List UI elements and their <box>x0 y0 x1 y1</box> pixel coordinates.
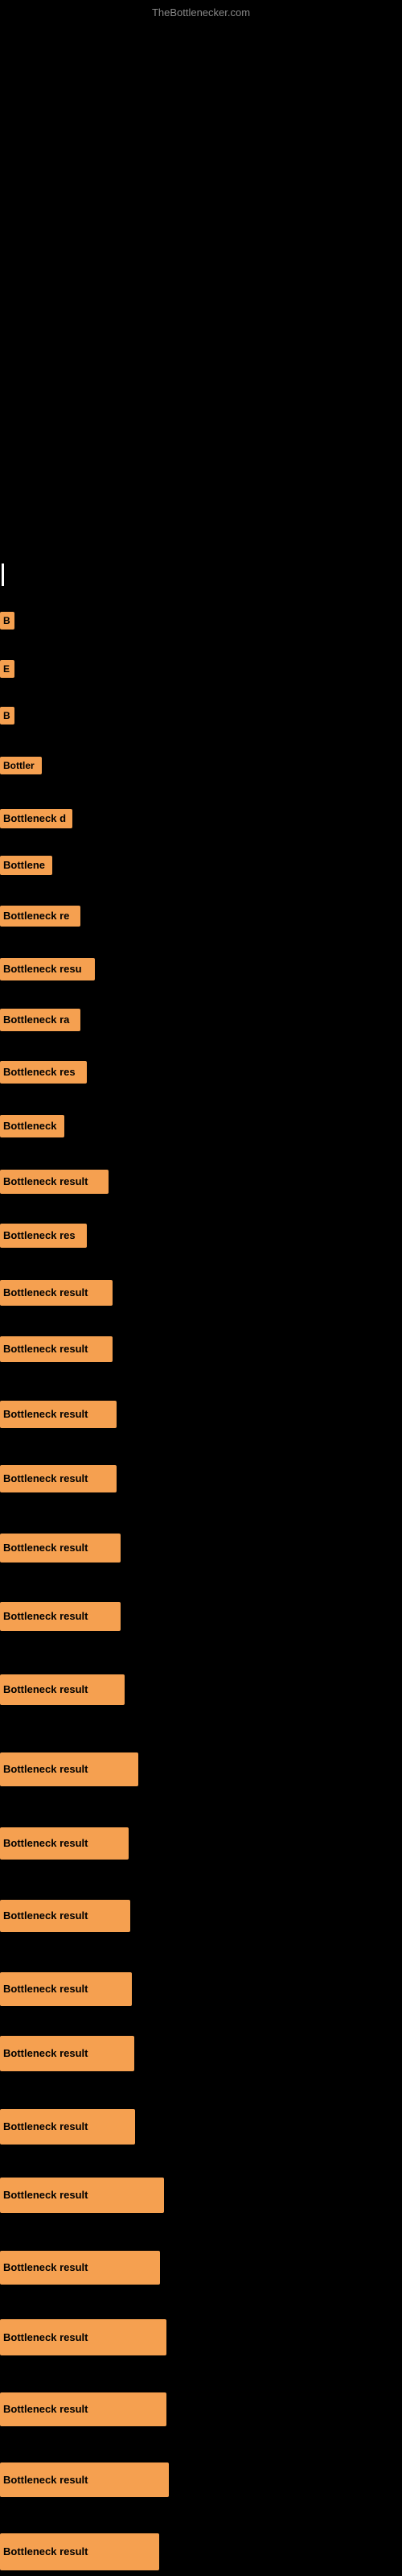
bottleneck-result-label: Bottleneck result <box>0 1972 132 2006</box>
bottleneck-result-label: B <box>0 707 14 724</box>
bottleneck-result-label: Bottleneck result <box>0 1674 125 1705</box>
bottleneck-result-label: Bottleneck result <box>0 1280 113 1306</box>
bottleneck-result-label: Bottleneck result <box>0 2109 135 2145</box>
bottleneck-result-label: Bottleneck result <box>0 1602 121 1631</box>
bottleneck-result-label: Bottleneck result <box>0 2392 166 2426</box>
bottleneck-result-label: Bottleneck result <box>0 2533 159 2570</box>
bottleneck-result-label: Bottleneck d <box>0 809 72 828</box>
bottleneck-result-label: Bottleneck result <box>0 2178 164 2213</box>
bottleneck-result-label: Bottleneck result <box>0 1752 138 1786</box>
bottleneck-result-label: Bottleneck res <box>0 1061 87 1084</box>
bottleneck-result-label: Bottleneck re <box>0 906 80 927</box>
bottleneck-result-label: Bottleneck result <box>0 1900 130 1932</box>
bottleneck-result-label: B <box>0 612 14 630</box>
bottleneck-result-label: Bottlene <box>0 856 52 875</box>
bottleneck-result-label: Bottleneck result <box>0 2251 160 2285</box>
bottleneck-result-label: Bottleneck result <box>0 1534 121 1563</box>
bottleneck-result-label: Bottleneck resu <box>0 958 95 980</box>
bottleneck-result-label: Bottleneck res <box>0 1224 87 1248</box>
bottleneck-result-label: Bottleneck result <box>0 1465 117 1492</box>
bottleneck-result-label: Bottleneck <box>0 1115 64 1137</box>
bottleneck-result-label: Bottleneck result <box>0 2462 169 2497</box>
bottleneck-result-label: Bottleneck ra <box>0 1009 80 1031</box>
bottleneck-result-label: Bottleneck result <box>0 1336 113 1362</box>
bottleneck-result-label: E <box>0 660 14 678</box>
bottleneck-result-label: Bottleneck result <box>0 1401 117 1428</box>
bottleneck-result-label: Bottleneck result <box>0 1827 129 1860</box>
bottleneck-result-label: Bottleneck result <box>0 1170 109 1194</box>
bottleneck-labels-container: B E B Bottler Bottleneck d Bottlene Bottleneck… <box>0 0 402 2576</box>
bottleneck-result-label: Bottler <box>0 757 42 774</box>
bottleneck-result-label: Bottleneck result <box>0 2036 134 2071</box>
bottleneck-result-label: Bottleneck result <box>0 2319 166 2355</box>
